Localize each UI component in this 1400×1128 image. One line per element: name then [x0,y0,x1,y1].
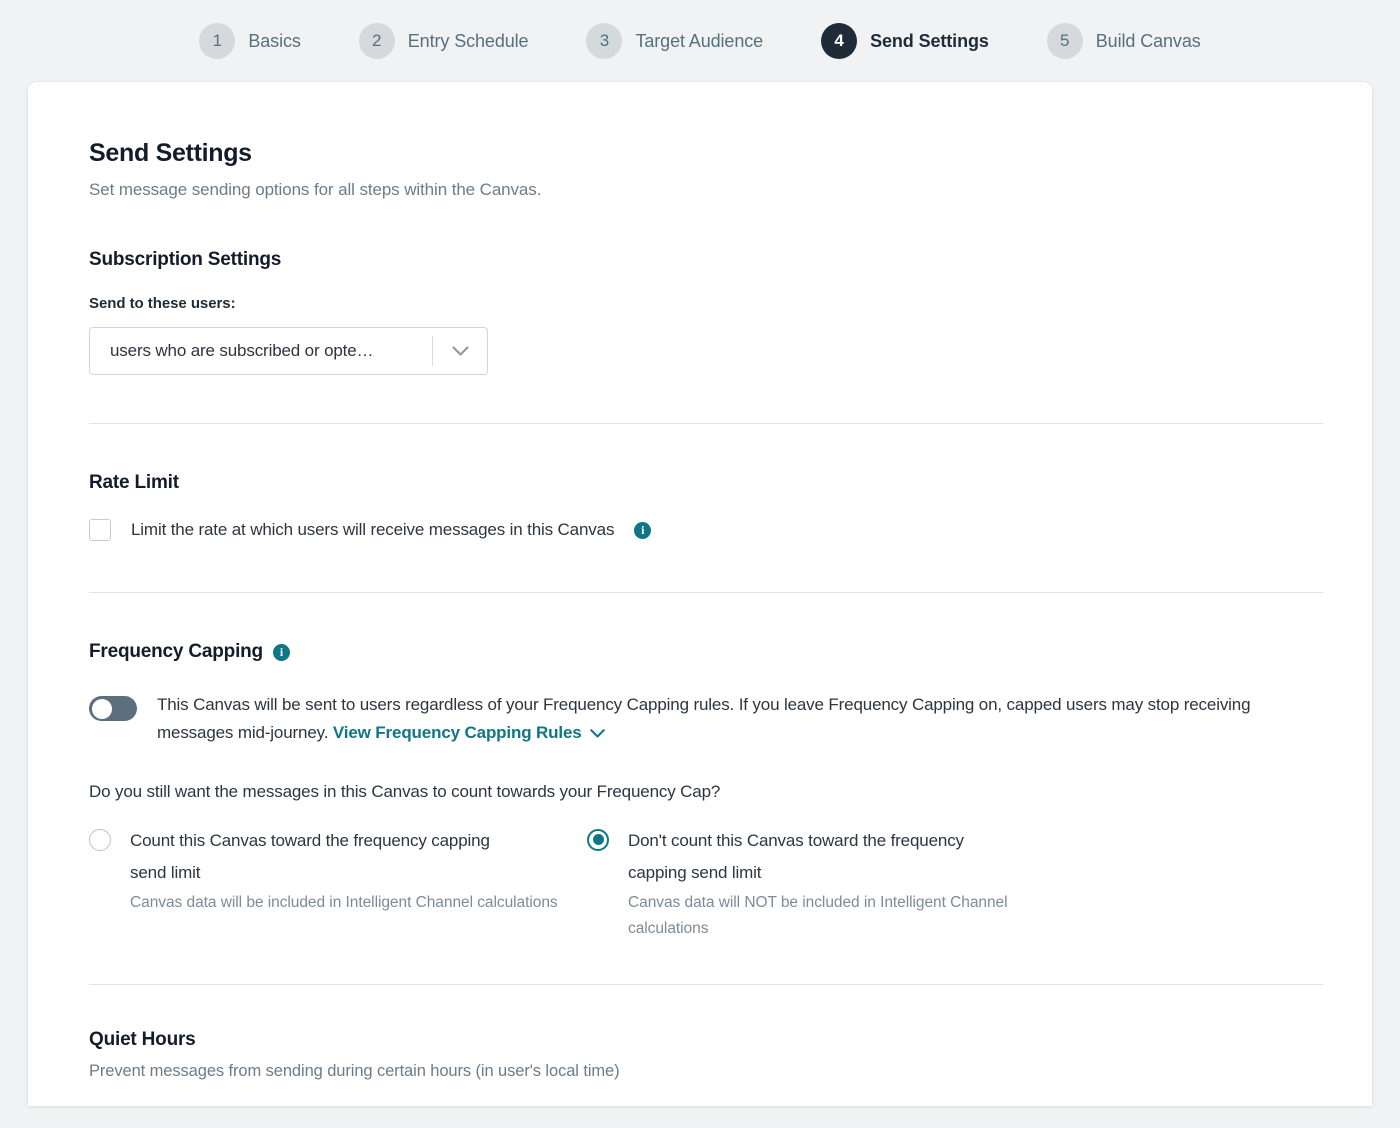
dont-count-canvas-radio-description: Canvas data will NOT be included in Inte… [628,893,1008,938]
dont-count-canvas-radio[interactable] [587,828,609,851]
step-number-badge: 4 [821,23,858,59]
step-build-canvas[interactable]: 5 Build Canvas [1018,23,1230,59]
send-settings-card: Send Settings Set message sending option… [28,82,1372,1106]
page-subtitle: Set message sending options for all step… [89,180,542,199]
frequency-capping-section: Frequency Capping i This Canvas will be … [89,641,1322,943]
step-number-badge: 2 [358,23,395,59]
chevron-down-icon [433,345,487,357]
frequency-cap-options: Count this Canvas toward the frequency c… [89,825,1322,943]
frequency-capping-toggle-row: This Canvas will be sent to users regard… [89,691,1322,748]
subscription-settings-heading: Subscription Settings [89,249,282,270]
frequency-capping-heading-text: Frequency Capping [89,641,263,663]
subscription-settings-section: Subscription Settings Send to these user… [89,249,1322,375]
step-label: Build Canvas [1095,30,1201,51]
info-icon[interactable]: i [272,643,290,661]
step-number-badge: 3 [586,23,623,59]
send-to-users-select[interactable]: users who are subscribed or opte… [89,327,488,375]
dont-count-canvas-radio-label: Don't count this Canvas toward the frequ… [628,830,964,882]
rate-limit-checkbox-row[interactable]: Limit the rate at which users will recei… [89,516,1322,544]
info-icon[interactable]: i [634,521,652,539]
step-entry-schedule[interactable]: 2 Entry Schedule [330,23,558,59]
frequency-capping-heading: Frequency Capping i [89,641,1322,663]
frequency-capping-description-text: This Canvas will be sent to users regard… [157,695,1251,743]
rate-limit-section: Rate Limit Limit the rate at which users… [89,472,1322,544]
wizard-stepper: 1 Basics 2 Entry Schedule 3 Target Audie… [0,0,1400,82]
view-frequency-capping-rules-link[interactable]: View Frequency Capping Rules [333,723,605,742]
step-basics[interactable]: 1 Basics [170,23,329,59]
rate-limit-checkbox[interactable] [89,519,111,542]
frequency-cap-option-count: Count this Canvas toward the frequency c… [89,825,587,943]
rate-limit-heading: Rate Limit [89,472,179,493]
step-send-settings[interactable]: 4 Send Settings [792,23,1018,59]
frequency-capping-description: This Canvas will be sent to users regard… [157,691,1322,748]
step-label: Send Settings [870,30,989,51]
frequency-cap-option-dont-count: Don't count this Canvas toward the frequ… [587,825,1107,943]
quiet-hours-heading: Quiet Hours [89,1028,196,1050]
step-label: Basics [248,30,301,51]
step-target-audience[interactable]: 3 Target Audience [557,23,792,59]
toggle-knob [91,698,112,719]
send-to-users-selected-value: users who are subscribed or opte… [110,341,374,360]
frequency-cap-question: Do you still want the messages in this C… [89,781,721,801]
count-canvas-radio-description: Canvas data will be included in Intellig… [130,893,558,911]
radio-option-row[interactable]: Count this Canvas toward the frequency c… [89,825,587,889]
count-canvas-radio[interactable] [89,828,111,851]
radio-option-row[interactable]: Don't count this Canvas toward the frequ… [587,825,1107,889]
quiet-hours-section: Quiet Hours Prevent messages from sendin… [89,1029,1322,1106]
step-number-badge: 1 [199,23,236,59]
rate-limit-checkbox-label: Limit the rate at which users will recei… [131,520,615,539]
chevron-down-icon [589,720,605,748]
enable-quiet-hours-label: Enable Quiet Hours [131,1103,277,1106]
step-number-badge: 5 [1046,23,1083,59]
view-frequency-capping-rules-label: View Frequency Capping Rules [332,723,582,743]
count-canvas-radio-label: Count this Canvas toward the frequency c… [130,830,490,882]
send-to-users-label: Send to these users: [89,295,236,312]
quiet-hours-subtitle: Prevent messages from sending during cer… [89,1061,620,1080]
quiet-hours-checkbox-row[interactable]: Enable Quiet Hours [89,1103,1322,1106]
step-label: Target Audience [635,30,764,51]
frequency-capping-toggle[interactable] [89,696,137,722]
step-label: Entry Schedule [407,30,529,51]
page-title: Send Settings [89,139,252,167]
